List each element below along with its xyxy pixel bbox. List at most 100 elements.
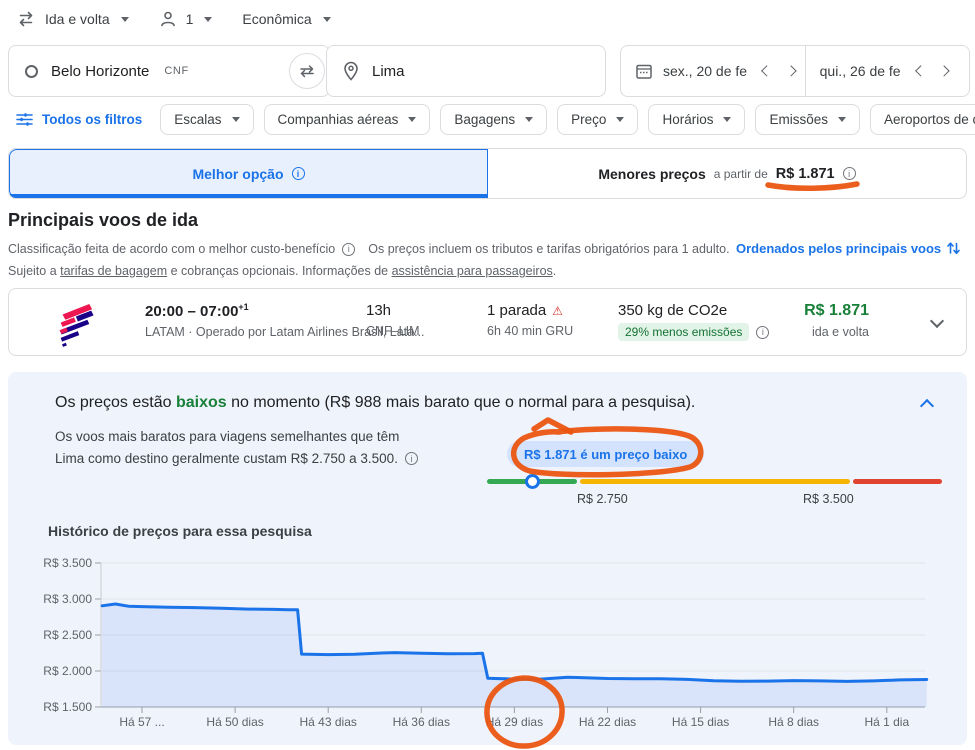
filter-chip-connecting-airports[interactable]: Aeroportos de con [870,104,975,135]
tab-cheapest-price[interactable]: Menores preços a partir de R$ 1.871 [488,149,966,198]
trip-type-note: ida e volta [804,325,869,339]
return-date-field[interactable]: qui., 26 de fe [806,46,969,96]
departure-date-field[interactable]: sex., 20 de fe [621,46,805,96]
results-info-line: Classificação feita de acordo com o melh… [8,242,730,256]
flight-price: R$ 1.871 [804,302,869,320]
svg-text:Há 29 dias: Há 29 dias [486,715,543,729]
person-icon [159,10,177,28]
swap-origin-destination-button[interactable] [289,53,325,89]
calendar-icon [635,62,653,80]
info-icon[interactable] [756,326,769,339]
info-icon[interactable] [405,452,418,465]
slider-typical-segment [580,479,850,484]
price-history-title: Histórico de preços para essa pesquisa [48,523,312,539]
return-date-value: qui., 26 de fe [820,63,901,79]
chevron-down-icon [723,117,731,122]
passengers-dropdown[interactable]: 1 [159,10,213,28]
chip-label: Preço [571,112,606,127]
info-icon[interactable] [292,167,305,180]
legal-text: . [553,264,556,278]
price-insights-headline: Os preços estão baixos no momento (R$ 98… [55,394,695,412]
price-range-indicator [487,479,942,485]
svg-text:R$ 1.500: R$ 1.500 [43,700,92,714]
latam-airline-logo [53,301,95,347]
chip-label: Companhias aéreas [278,112,399,127]
cheapest-price: R$ 1.871 [776,166,835,182]
google-flights-results-page: Ida e volta 1 Econômica Belo Horizonte C… [0,0,975,750]
filter-chip-emissions[interactable]: Emissões [755,104,860,135]
trip-type-label: Ida e volta [45,11,110,27]
chevron-down-icon [408,117,416,122]
svg-text:Há 57 ...: Há 57 ... [119,715,164,729]
typical-range-text: Lima como destino geralmente custam R$ 2… [55,451,398,466]
swap-arrows-icon [297,61,317,81]
svg-text:Há 22 dias: Há 22 dias [579,715,636,729]
passenger-count: 1 [186,11,194,27]
departure-date-next-button[interactable] [785,65,796,76]
sort-arrows-icon [946,240,961,256]
flight-duration: 13h [366,302,419,319]
stops-count: 1 parada [487,302,573,319]
results-section-title: Principais voos de ida [8,210,198,231]
trip-options-bar: Ida e volta 1 Econômica [16,9,331,29]
all-filters-label: Todos os filtros [42,112,142,127]
emissions-column: 350 kg de CO2e 29% menos emissões [618,302,769,341]
sort-label: Ordenados pelos principais voos [736,241,941,256]
destination-field[interactable]: Lima [326,45,606,97]
chevron-down-icon [121,17,129,22]
headline-text: Os preços estão [55,394,176,411]
plus-one-day: +1 [238,302,248,312]
expand-flight-button[interactable] [930,314,944,328]
price-column: R$ 1.871 ida e volta [804,302,869,339]
warning-icon [552,304,563,318]
chevron-down-icon [616,117,624,122]
chip-label: Aeroportos de con [884,112,975,127]
filter-chip-airlines[interactable]: Companhias aéreas [264,104,431,135]
stopover-detail: 6h 40 min GRU [487,324,573,338]
legal-text: e cobranças opcionais. Informações de [167,264,391,278]
price-info-text: Os preços incluem os tributos e tarifas … [368,242,729,256]
origin-field[interactable]: Belo Horizonte CNF [8,45,330,97]
chevron-down-icon [204,17,212,22]
baggage-fees-link[interactable]: tarifas de bagagem [60,264,167,278]
filter-chip-times[interactable]: Horários [648,104,745,135]
tab-best-option[interactable]: Melhor opção [9,149,488,198]
insights-body-line2: Lima como destino geralmente custam R$ 2… [55,451,418,466]
svg-text:Há 8 dias: Há 8 dias [768,715,819,729]
trip-type-dropdown[interactable]: Ida e volta [16,9,129,29]
chevron-down-icon [232,117,240,122]
svg-text:R$ 2.000: R$ 2.000 [43,664,92,678]
chip-label: Emissões [769,112,828,127]
round-trip-arrows-icon [16,9,36,29]
price-tabs: Melhor opção Menores preços a partir de … [8,148,967,199]
svg-text:Há 15 dias: Há 15 dias [672,715,729,729]
cheapest-tab-label: Menores preços [598,166,705,182]
headline-text: no momento (R$ 988 mais barato que o nor… [227,394,696,411]
stops-column: 1 parada 6h 40 min GRU [487,302,573,338]
co2-amount: 350 kg de CO2e [618,302,769,319]
filter-chip-price[interactable]: Preço [557,104,638,135]
flight-result-card[interactable]: 20:00 – 07:00+1 LATAM · Operado por Lata… [8,288,967,356]
tune-sliders-icon [16,111,33,128]
sort-by-button[interactable]: Ordenados pelos principais voos [736,240,961,256]
origin-city: Belo Horizonte [51,63,149,80]
origin-circle-icon [25,65,38,78]
info-icon[interactable] [342,243,355,256]
passenger-assistance-link[interactable]: assistência para passageiros [392,264,553,278]
return-date-next-button[interactable] [939,65,950,76]
price-level-word: baixos [176,394,227,411]
return-date-prev-button[interactable] [915,65,926,76]
slider-high-segment [853,479,942,484]
filter-chip-bags[interactable]: Bagagens [440,104,547,135]
cabin-class-dropdown[interactable]: Econômica [242,11,330,27]
chip-label: Bagagens [454,112,515,127]
info-icon[interactable] [843,167,856,180]
departure-date-prev-button[interactable] [761,65,772,76]
svg-text:R$ 3.000: R$ 3.000 [43,592,92,606]
filter-chip-stops[interactable]: Escalas [160,104,253,135]
ranking-info-text: Classificação feita de acordo com o melh… [8,242,335,256]
all-filters-button[interactable]: Todos os filtros [8,111,150,128]
svg-text:R$ 3.500: R$ 3.500 [43,556,92,570]
flight-route: CNF–LIM [366,324,419,338]
svg-text:R$ 2.500: R$ 2.500 [43,628,92,642]
